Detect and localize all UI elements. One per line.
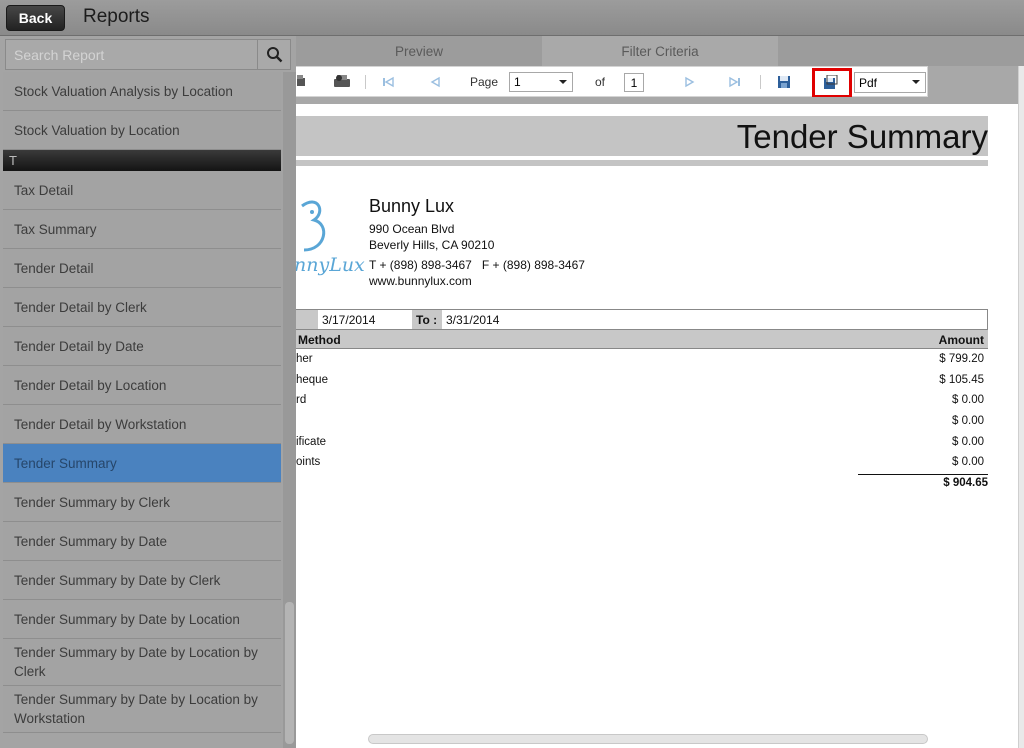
report-list: Stock Valuation Analysis by Location Sto… (3, 72, 281, 733)
company-website: www.bunnylux.com (369, 274, 472, 288)
print-icon[interactable] (296, 71, 308, 93)
list-item[interactable]: Tender Summary by Clerk (3, 483, 281, 522)
table-row: ificate $ 0.00 (296, 433, 988, 453)
row-method: ificate (296, 436, 327, 448)
to-label: To : (412, 310, 442, 329)
list-item[interactable]: Tax Summary (3, 210, 281, 249)
tab-preview[interactable]: Preview (296, 36, 542, 66)
page-label: Page (469, 75, 499, 89)
list-item[interactable]: Tender Summary by Date by Location (3, 600, 281, 639)
total-pages: 1 (624, 73, 644, 92)
list-item[interactable]: Stock Valuation Analysis by Location (3, 72, 281, 111)
chevron-down-icon (559, 80, 567, 84)
list-item[interactable]: Tender Detail by Location (3, 366, 281, 405)
page-title: Reports (83, 6, 150, 27)
next-page-icon[interactable] (682, 71, 698, 93)
from-label-cell (296, 310, 318, 329)
row-method: rd (296, 394, 307, 406)
amount-column-header: Amount (938, 332, 984, 347)
total-amount: $ 904.65 (943, 477, 988, 489)
company-logo: nnyLux (296, 194, 366, 294)
company-block: Bunny Lux 990 Ocean Blvd Beverly Hills, … (369, 196, 585, 289)
row-method: oints (296, 456, 321, 468)
company-address-line2: Beverly Hills, CA 90210 (369, 238, 495, 252)
report-toolbar: Page 1 of 1 Pdf (296, 66, 928, 98)
report-title: Tender Summary (736, 118, 988, 155)
logo-text: nnyLux (296, 254, 365, 276)
save-icon[interactable] (776, 71, 792, 93)
section-header-t: T (3, 150, 281, 171)
list-item[interactable]: Tender Summary by Date by Clerk (3, 561, 281, 600)
toolbar-band (296, 97, 1018, 104)
method-column-header: Method (298, 332, 341, 347)
toolbar-separator (760, 75, 761, 89)
previous-page-icon[interactable] (427, 71, 443, 93)
list-item-selected[interactable]: Tender Summary (3, 444, 281, 483)
viewer-vertical-scrollbar[interactable] (1018, 66, 1024, 748)
list-item[interactable]: Tender Summary by Date by Location by Wo… (3, 686, 281, 733)
export-format-select[interactable]: Pdf (854, 72, 926, 93)
total-divider (858, 474, 988, 475)
table-row: oints $ 0.00 (296, 453, 988, 473)
row-amount: $ 105.45 (939, 374, 984, 386)
list-item[interactable]: Stock Valuation by Location (3, 111, 281, 150)
list-item[interactable]: Tender Detail by Clerk (3, 288, 281, 327)
table-row: her $ 799.20 (296, 350, 988, 370)
to-date: 3/31/2014 (446, 312, 500, 327)
table-header: Method Amount (296, 330, 988, 349)
page-number-select[interactable]: 1 (509, 72, 573, 92)
search-icon (266, 47, 282, 63)
from-date: 3/17/2014 (322, 312, 376, 327)
report-sidebar: Stock Valuation Analysis by Location Sto… (0, 36, 296, 748)
date-range-row: 3/17/2014 To : 3/31/2014 (296, 309, 988, 330)
list-item[interactable]: Tax Detail (3, 171, 281, 210)
print-layout-icon[interactable] (332, 71, 352, 93)
back-button[interactable]: Back (6, 5, 65, 31)
row-amount: $ 0.00 (952, 456, 984, 468)
sidebar-scroll-thumb[interactable] (285, 602, 294, 744)
tab-filter-criteria[interactable]: Filter Criteria (542, 36, 778, 66)
export-icon[interactable] (822, 71, 838, 93)
search-input[interactable] (5, 39, 258, 70)
search-bar (5, 39, 291, 70)
row-amount: $ 0.00 (952, 415, 984, 427)
table-row: rd $ 0.00 (296, 391, 988, 411)
search-button[interactable] (258, 39, 291, 70)
first-page-icon[interactable] (380, 71, 396, 93)
row-amount: $ 799.20 (939, 353, 984, 365)
list-item[interactable]: Tender Summary by Date by Location by Cl… (3, 639, 281, 686)
company-phones: T + (898) 898-3467 F + (898) 898-3467 (369, 258, 585, 272)
last-page-icon[interactable] (727, 71, 743, 93)
list-item[interactable]: Tender Detail by Date (3, 327, 281, 366)
chevron-down-icon (912, 80, 920, 84)
viewer-horizontal-scrollbar[interactable] (368, 734, 928, 744)
row-method: heque (296, 374, 328, 386)
table-row: heque $ 105.45 (296, 371, 988, 391)
row-method: her (296, 353, 313, 365)
of-label: of (594, 75, 605, 89)
row-amount: $ 0.00 (952, 394, 984, 406)
toolbar-separator (365, 75, 366, 89)
report-title-rule (296, 160, 988, 166)
company-name: Bunny Lux (369, 196, 455, 216)
table-row: $ 0.00 (296, 412, 988, 432)
row-amount: $ 0.00 (952, 436, 984, 448)
view-tabs: Preview Filter Criteria (296, 36, 1024, 66)
list-item[interactable]: Tender Detail by Workstation (3, 405, 281, 444)
report-viewer: Page 1 of 1 Pdf Tender Summary nnyLux Bu… (296, 66, 1024, 748)
top-bar: Back Reports (0, 0, 1024, 36)
list-item[interactable]: Tender Summary by Date (3, 522, 281, 561)
list-item[interactable]: Tender Detail (3, 249, 281, 288)
page-number-value: 1 (514, 75, 521, 89)
company-address-line1: 990 Ocean Blvd (369, 222, 455, 236)
export-format-value: Pdf (859, 75, 878, 90)
